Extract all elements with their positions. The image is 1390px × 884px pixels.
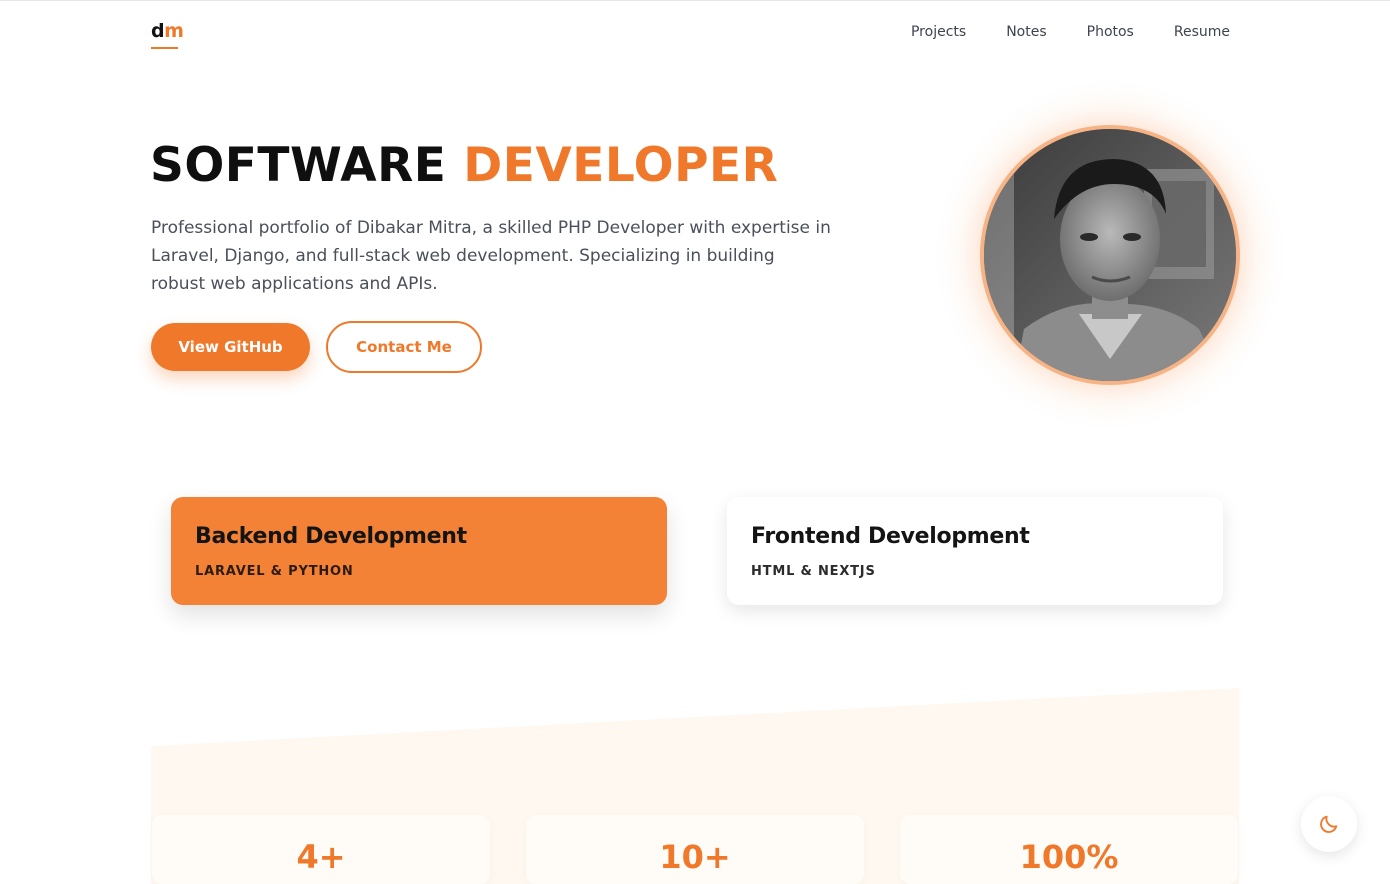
backend-card-title: Backend Development [195,524,467,549]
nav-photos[interactable]: Photos [1087,22,1134,42]
profile-photo [980,125,1240,385]
stat-card: 100% [900,815,1238,884]
profile-photo-illustration [984,129,1236,381]
nav-projects[interactable]: Projects [911,22,966,42]
frontend-card-title: Frontend Development [751,524,1030,549]
stat-value: 100% [1019,838,1119,876]
backend-card-subtitle: LARAVEL & PYTHON [195,564,354,579]
contact-me-button[interactable]: Contact Me [326,321,482,373]
frontend-card[interactable]: Frontend Development HTML & NEXTJS [727,497,1223,605]
nav-resume[interactable]: Resume [1174,22,1230,42]
main-nav: Projects Notes Photos Resume [911,22,1230,42]
nav-notes[interactable]: Notes [1006,22,1046,42]
logo[interactable]: dm [151,20,184,42]
hero-title-developer: DEVELOPER [463,138,779,193]
hero-description: Professional portfolio of Dibakar Mitra,… [151,218,831,294]
logo-letter-d: d [151,20,165,42]
moon-icon [1320,815,1338,833]
stat-value: 10+ [659,838,731,876]
logo-letter-m: m [164,20,184,42]
theme-toggle-button[interactable] [1301,796,1357,852]
stat-value: 4+ [296,838,346,876]
logo-underline [151,47,178,49]
stat-card: 10+ [526,815,864,884]
backend-card[interactable]: Backend Development LARAVEL & PYTHON [171,497,667,605]
view-github-button[interactable]: View GitHub [151,323,310,371]
hero-title-software: SOFTWARE [150,138,447,193]
hero-title: SOFTWARE DEVELOPER [150,140,778,192]
frontend-card-subtitle: HTML & NEXTJS [751,564,876,579]
top-border [0,0,1390,1]
stat-card: 4+ [152,815,490,884]
